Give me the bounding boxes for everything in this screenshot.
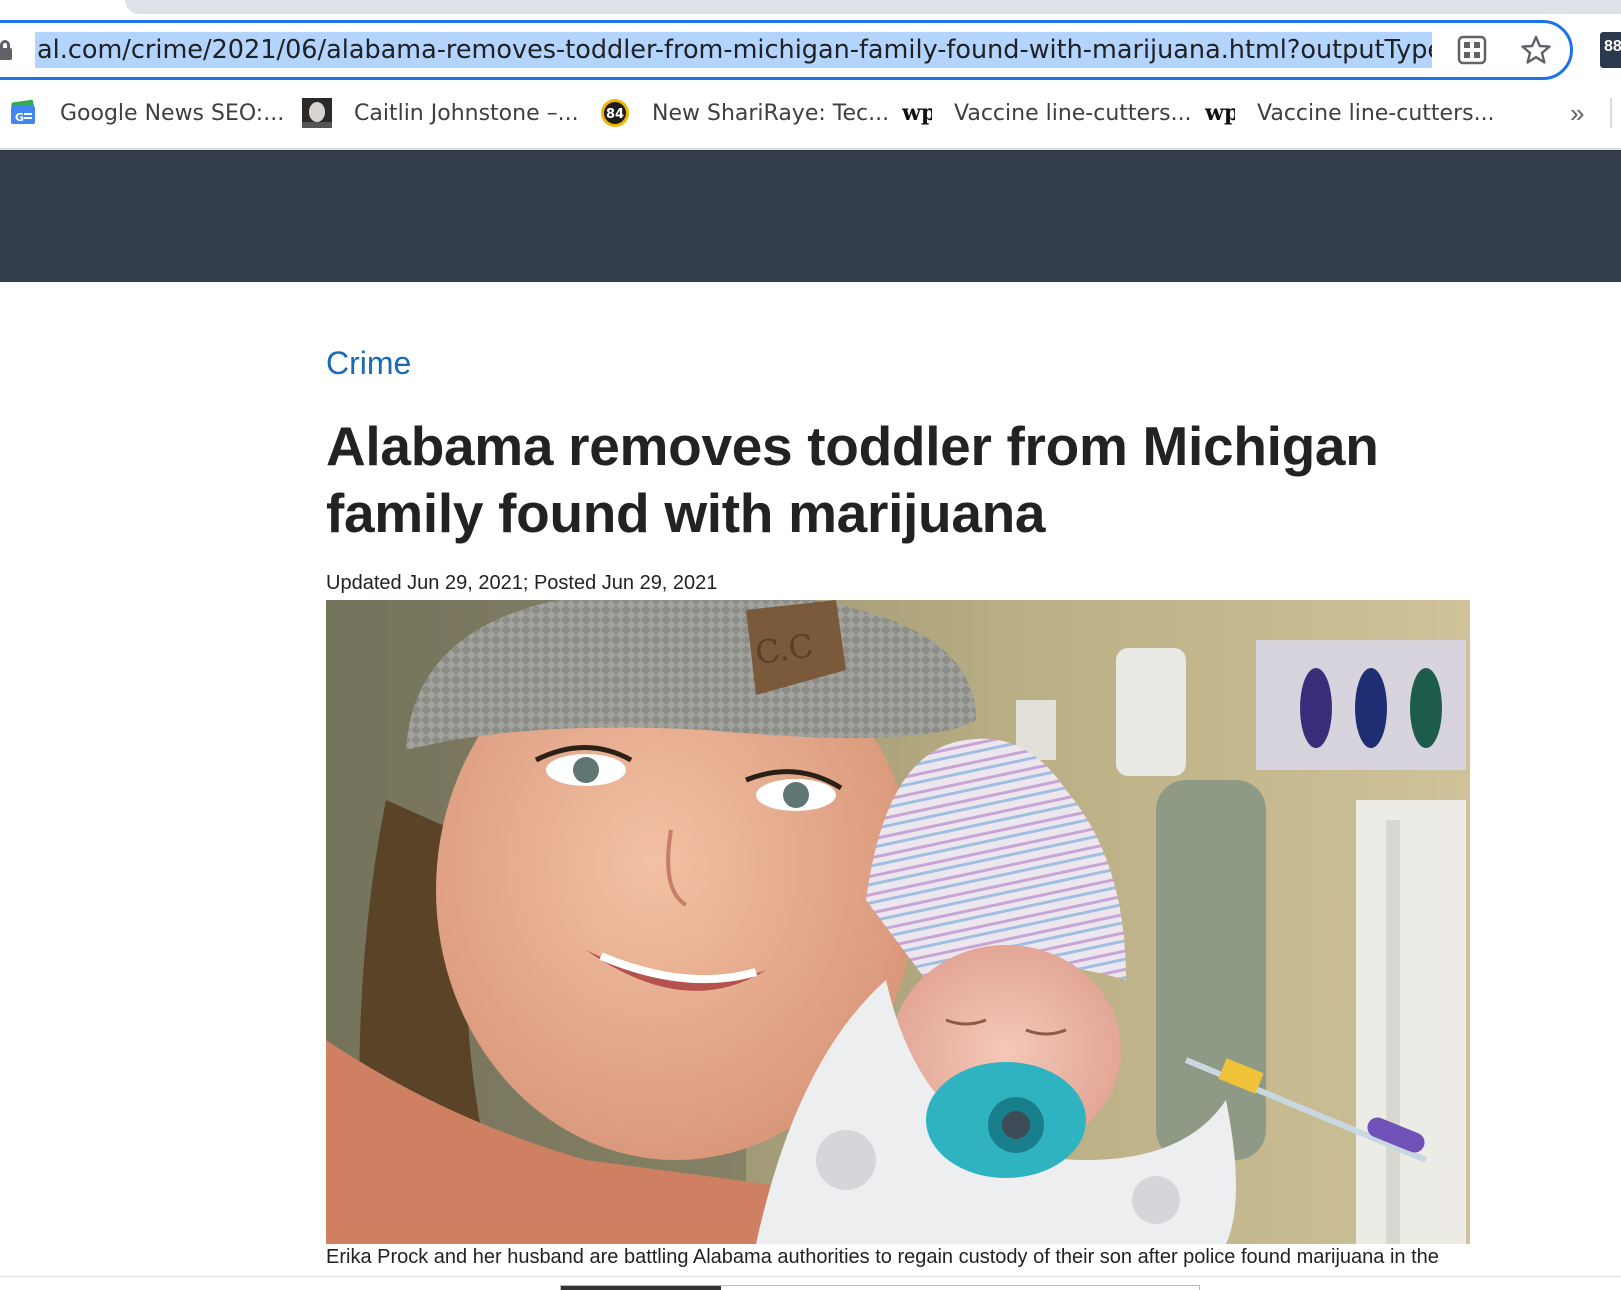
hat-patch: C.C: [753, 626, 816, 672]
bottom-ad[interactable]: [560, 1285, 1200, 1290]
photo-caption: Erika Prock and her husband are battling…: [326, 1246, 1439, 1268]
svg-text:84: 84: [606, 107, 624, 122]
article-dateline: Updated Jun 29, 2021; Posted Jun 29, 202…: [326, 572, 718, 594]
google-news-icon: G: [8, 98, 38, 128]
site-header: [0, 150, 1621, 282]
article-category-link[interactable]: Crime: [326, 345, 411, 382]
eighty-four-icon: 84: [600, 98, 630, 128]
bookmark-label: Caitlin Johnstone –...: [354, 100, 579, 126]
bookmark-label: Vaccine line-cutters...: [1257, 100, 1495, 126]
article-headline: Alabama removes toddler from Michigan fa…: [326, 415, 1379, 544]
svg-text:G: G: [15, 111, 24, 124]
washington-post-icon: wp: [902, 98, 932, 128]
bookmark-vaccine-1[interactable]: wp Vaccine line-cutters...: [902, 88, 1192, 138]
bookmark-caitlin-johnstone[interactable]: Caitlin Johnstone –...: [302, 88, 579, 138]
qr-code-icon[interactable]: [1457, 35, 1487, 65]
extension-badge[interactable]: 88: [1600, 32, 1621, 68]
tab-strip: [0, 0, 1621, 18]
bookmark-star-icon[interactable]: [1520, 34, 1552, 66]
bookmark-shariraye[interactable]: 84 New ShariRaye: Tec...: [600, 88, 889, 138]
bookmark-label: New ShariRaye: Tec...: [652, 100, 890, 126]
bookmarks-bar: G Google News SEO:... Caitlin Johnstone …: [0, 88, 1621, 138]
washington-post-icon: wp: [1205, 98, 1235, 128]
bookmark-google-news[interactable]: G Google News SEO:...: [8, 88, 284, 138]
article-lead-photo: C.C: [326, 600, 1470, 1244]
bookmarks-overflow-chevron-icon[interactable]: »: [1570, 88, 1584, 138]
svg-text:wp: wp: [902, 100, 932, 126]
url-input[interactable]: al.com/crime/2021/06/alabama-removes-tod…: [35, 32, 1432, 68]
bookmark-label: Vaccine line-cutters...: [954, 100, 1192, 126]
svg-text:wp: wp: [1205, 100, 1235, 126]
bookmark-label: Google News SEO:...: [60, 100, 285, 126]
inactive-tabs[interactable]: [125, 0, 1621, 14]
lock-icon[interactable]: [0, 40, 12, 60]
avatar-icon: [302, 98, 332, 128]
divider: [1610, 98, 1612, 128]
bookmark-vaccine-2[interactable]: wp Vaccine line-cutters...: [1205, 88, 1495, 138]
